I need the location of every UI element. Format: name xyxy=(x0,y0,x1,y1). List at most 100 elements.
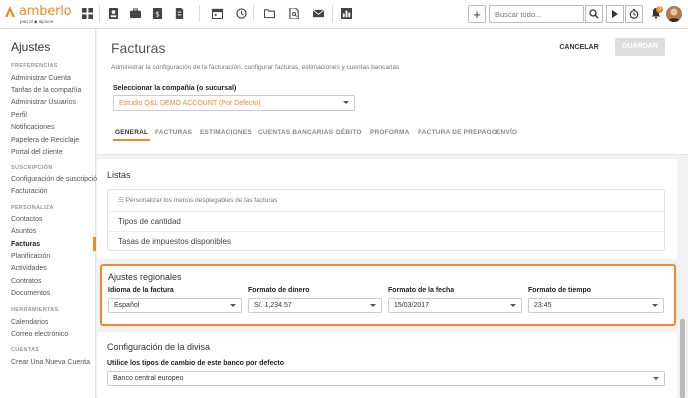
dashboard-icon[interactable] xyxy=(80,6,94,20)
listas-card: Listas ☰ Personalizar los menús desplega… xyxy=(97,159,677,259)
listas-box: ☰ Personalizar los menús desplegables de… xyxy=(107,189,665,251)
document-icon[interactable] xyxy=(172,6,186,20)
tab-factura-prepago[interactable]: FACTURA DE PREPAGO xyxy=(418,129,497,136)
search-input[interactable] xyxy=(489,5,584,23)
briefcase-icon[interactable] xyxy=(128,6,142,20)
amberlo-logo-icon xyxy=(5,6,15,17)
invoice-language-field: Idioma de la factura Español xyxy=(108,287,242,313)
time-format-value: 23:45 xyxy=(534,302,552,309)
invoice-icon[interactable]: $ xyxy=(150,6,164,20)
sidebar-item-actividades[interactable]: Actividades xyxy=(11,265,47,272)
sidebar-title: Ajustes xyxy=(11,40,51,54)
sidebar-item-config-suscripcion[interactable]: Configuración de suscripción xyxy=(11,176,101,183)
customize-dropdowns-label: Personalizar los menús desplegables de l… xyxy=(125,197,278,204)
tasas-impuestos-row[interactable]: Tasas de impuestos disponibles xyxy=(118,237,231,246)
sidebar-item-crear-cuenta[interactable]: Crear Una Nueva Cuenta xyxy=(11,359,90,366)
date-format-value: 15/03/2017 xyxy=(394,302,430,309)
notification-badge: 3 xyxy=(656,6,663,13)
company-label: Seleccionar la compañía (o sucursal) xyxy=(113,85,237,92)
scrollbar-thumb[interactable] xyxy=(680,319,685,398)
tab-estimaciones[interactable]: ESTIMACIONES xyxy=(200,129,252,136)
sidebar-section-suscripcion: SUSCRIPCIÓN xyxy=(11,165,53,171)
active-indicator xyxy=(93,237,96,251)
sidebar-item-portal-cliente[interactable]: Portal del cliente xyxy=(11,149,63,156)
sidebar-item-documentos[interactable]: Documentos xyxy=(11,290,50,297)
mail-icon[interactable] xyxy=(311,6,325,20)
customize-dropdowns-link[interactable]: ☰ Personalizar los menús desplegables de… xyxy=(118,196,277,204)
time-format-label: Formato de tiempo xyxy=(528,287,592,294)
divider xyxy=(108,231,664,232)
sidebar-item-contratos[interactable]: Contratos xyxy=(11,278,41,285)
play-icon xyxy=(612,10,618,18)
sidebar-section-herramientas: HERRAMIENTAS xyxy=(11,307,59,313)
money-format-label: Formato de dinero xyxy=(248,287,310,294)
add-button[interactable]: + xyxy=(468,5,486,23)
sidebar-item-asuntos[interactable]: Asuntos xyxy=(11,228,36,235)
amberlo-logo[interactable]: amberlo part of ◆ alpione xyxy=(4,3,76,25)
sidebar-item-perfil[interactable]: Perfil xyxy=(11,112,27,119)
regional-settings-card: Ajustes regionales Idioma de la factura … xyxy=(100,264,676,326)
sidebar-item-calendarios[interactable]: Calendarios xyxy=(11,319,48,326)
calendar-icon[interactable] xyxy=(210,6,224,20)
divider xyxy=(108,211,664,212)
sidebar-item-correo[interactable]: Correo electrónico xyxy=(11,331,68,338)
tab-cuentas-bancarias[interactable]: CUENTAS BANCARIAS xyxy=(258,129,333,136)
sidebar-item-notificaciones[interactable]: Notificaciones xyxy=(11,124,55,131)
company-select-value: Estudio Q&L DEMO ACCOUNT (Por Defecto) xyxy=(119,100,261,107)
reports-icon[interactable] xyxy=(339,6,353,20)
main-content: Facturas Administrar la configuración de… xyxy=(97,29,688,398)
date-format-select[interactable]: 15/03/2017 xyxy=(388,298,522,313)
tab-debito[interactable]: DÉBITO xyxy=(336,129,362,136)
page-title: Facturas xyxy=(111,40,166,56)
tab-general[interactable]: GENERAL xyxy=(115,129,148,136)
sidebar-item-papelera[interactable]: Papelera de Reciclaje xyxy=(11,137,79,144)
currency-title: Configuración de la divisa xyxy=(107,342,211,352)
stopwatch-button[interactable] xyxy=(625,5,643,23)
date-format-label: Formato de la fecha xyxy=(388,287,455,294)
history-icon[interactable] xyxy=(234,6,248,20)
company-select[interactable]: Estudio Q&L DEMO ACCOUNT (Por Defecto) xyxy=(113,95,355,111)
money-format-field: Formato de dinero S/. 1,234.57 xyxy=(248,287,382,313)
listas-title: Listas xyxy=(107,170,131,180)
invoice-language-select[interactable]: Español xyxy=(108,298,242,313)
tab-proforma[interactable]: PROFORMA xyxy=(370,129,410,136)
tipos-cantidad-row[interactable]: Tipos de cantidad xyxy=(118,217,181,226)
chevron-down-icon xyxy=(652,304,658,307)
folder-search-icon[interactable] xyxy=(287,6,301,20)
invoice-language-value: Español xyxy=(114,302,140,309)
contacts-icon[interactable] xyxy=(106,6,120,20)
search-button[interactable] xyxy=(585,5,603,23)
regional-title: Ajustes regionales xyxy=(108,272,182,282)
list-icon: ☰ xyxy=(118,197,126,204)
chevron-down-icon xyxy=(510,304,516,307)
date-format-field: Formato de la fecha 15/03/2017 xyxy=(388,287,522,313)
currency-settings-card: Configuración de la divisa Utilice los t… xyxy=(97,332,677,398)
save-button[interactable]: GUARDAR xyxy=(615,38,665,56)
chevron-down-icon xyxy=(653,377,659,380)
brand-name: amberlo xyxy=(19,4,72,19)
money-format-select[interactable]: S/. 1,234.57 xyxy=(248,298,382,313)
play-timer-button[interactable] xyxy=(606,5,624,23)
exchange-bank-select[interactable]: Banco central europeo xyxy=(107,371,665,386)
user-avatar[interactable] xyxy=(666,6,682,22)
sidebar-item-facturacion[interactable]: Facturación xyxy=(11,188,48,195)
money-format-value: S/. 1,234.57 xyxy=(254,302,292,309)
cancel-button[interactable]: CANCELAR xyxy=(559,40,599,55)
sidebar-item-planificacion[interactable]: Planificación xyxy=(11,253,50,260)
tab-facturas[interactable]: FACTURAS xyxy=(155,129,192,136)
page-subtitle: Administrar la configuración de la factu… xyxy=(111,64,400,71)
sidebar-item-facturas[interactable]: Facturas xyxy=(11,241,40,248)
time-format-select[interactable]: 23:45 xyxy=(528,298,664,313)
sidebar-item-contactos[interactable]: Contactos xyxy=(11,216,43,223)
sidebar-item-administrar-cuenta[interactable]: Administrar Cuenta xyxy=(11,75,71,82)
sidebar-item-administrar-usuarios[interactable]: Administrar Usuarios xyxy=(11,99,76,106)
stopwatch-icon xyxy=(629,9,639,19)
settings-sidebar: Ajustes PREFERENCIAS Administrar Cuenta … xyxy=(0,29,101,398)
tab-envio[interactable]: ENVÍO xyxy=(496,129,517,136)
sidebar-item-tarifas[interactable]: Tarifas de la compañía xyxy=(11,87,81,94)
invoice-language-label: Idioma de la factura xyxy=(108,287,174,294)
active-tab-indicator xyxy=(113,139,150,141)
page-header: Facturas Administrar la configuración de… xyxy=(97,29,688,155)
folder-icon[interactable] xyxy=(262,6,276,20)
svg-text:$: $ xyxy=(155,9,160,18)
